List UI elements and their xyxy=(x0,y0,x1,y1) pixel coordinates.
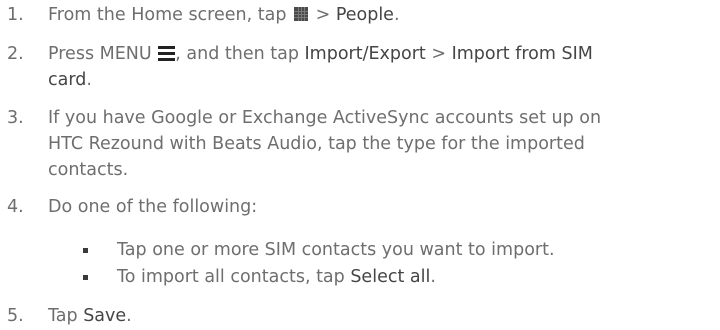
step-text-segment: . xyxy=(86,70,92,90)
save-label: Save xyxy=(83,306,127,326)
import-from-sim-label-cont: card xyxy=(48,70,87,90)
step-text-line: If you have Google or Exchange ActiveSyn… xyxy=(48,108,602,128)
step-number: 3. xyxy=(7,108,24,128)
step-text-segment: . xyxy=(126,306,132,326)
select-all-label: Select all xyxy=(350,267,431,287)
step-number: 1. xyxy=(7,5,24,25)
step-number: 2. xyxy=(7,44,24,64)
bullet-text-segment: Tap one or more SIM contacts you want to… xyxy=(117,240,555,260)
step-text: From the Home screen, tap > People. xyxy=(48,2,720,28)
step-text: If you have Google or Exchange ActiveSyn… xyxy=(48,105,720,183)
bullet-marker xyxy=(83,275,88,280)
people-label: People xyxy=(335,5,394,25)
step-text-segment: , and then tap xyxy=(175,44,305,64)
import-export-label: Import/Export xyxy=(304,44,426,64)
step-text-line: HTC Rezound with Beats Audio, tap the ty… xyxy=(48,134,585,154)
all-apps-icon xyxy=(294,7,309,21)
step-number: 5. xyxy=(7,306,24,326)
bullet-text-segment: To import all contacts, tap xyxy=(117,267,351,287)
step-number: 4. xyxy=(7,197,24,217)
step-text-line: contacts. xyxy=(48,160,129,180)
step-text-segment: . xyxy=(393,5,400,25)
step-text-segment: From the Home screen, tap xyxy=(48,5,293,25)
step-text-segment: Press MENU xyxy=(48,44,158,64)
step-text: Do one of the following: xyxy=(48,197,258,217)
step-text-segment: > xyxy=(425,44,452,64)
menu-icon xyxy=(158,46,176,61)
bullet-text-segment: . xyxy=(430,267,436,287)
import-from-sim-label: Import from SIM xyxy=(451,44,593,64)
step-text-segment: > xyxy=(310,5,336,25)
step-text-segment: Tap xyxy=(48,306,84,326)
bullet-marker xyxy=(83,248,88,253)
bullet-text: Tap one or more SIM contacts you want to… xyxy=(117,237,555,263)
bullet-text: To import all contacts, tap Select all. xyxy=(117,264,436,290)
step-text: Tap Save. xyxy=(48,303,720,329)
step-text: Press MENU , and then tap Import/Export … xyxy=(48,41,720,93)
